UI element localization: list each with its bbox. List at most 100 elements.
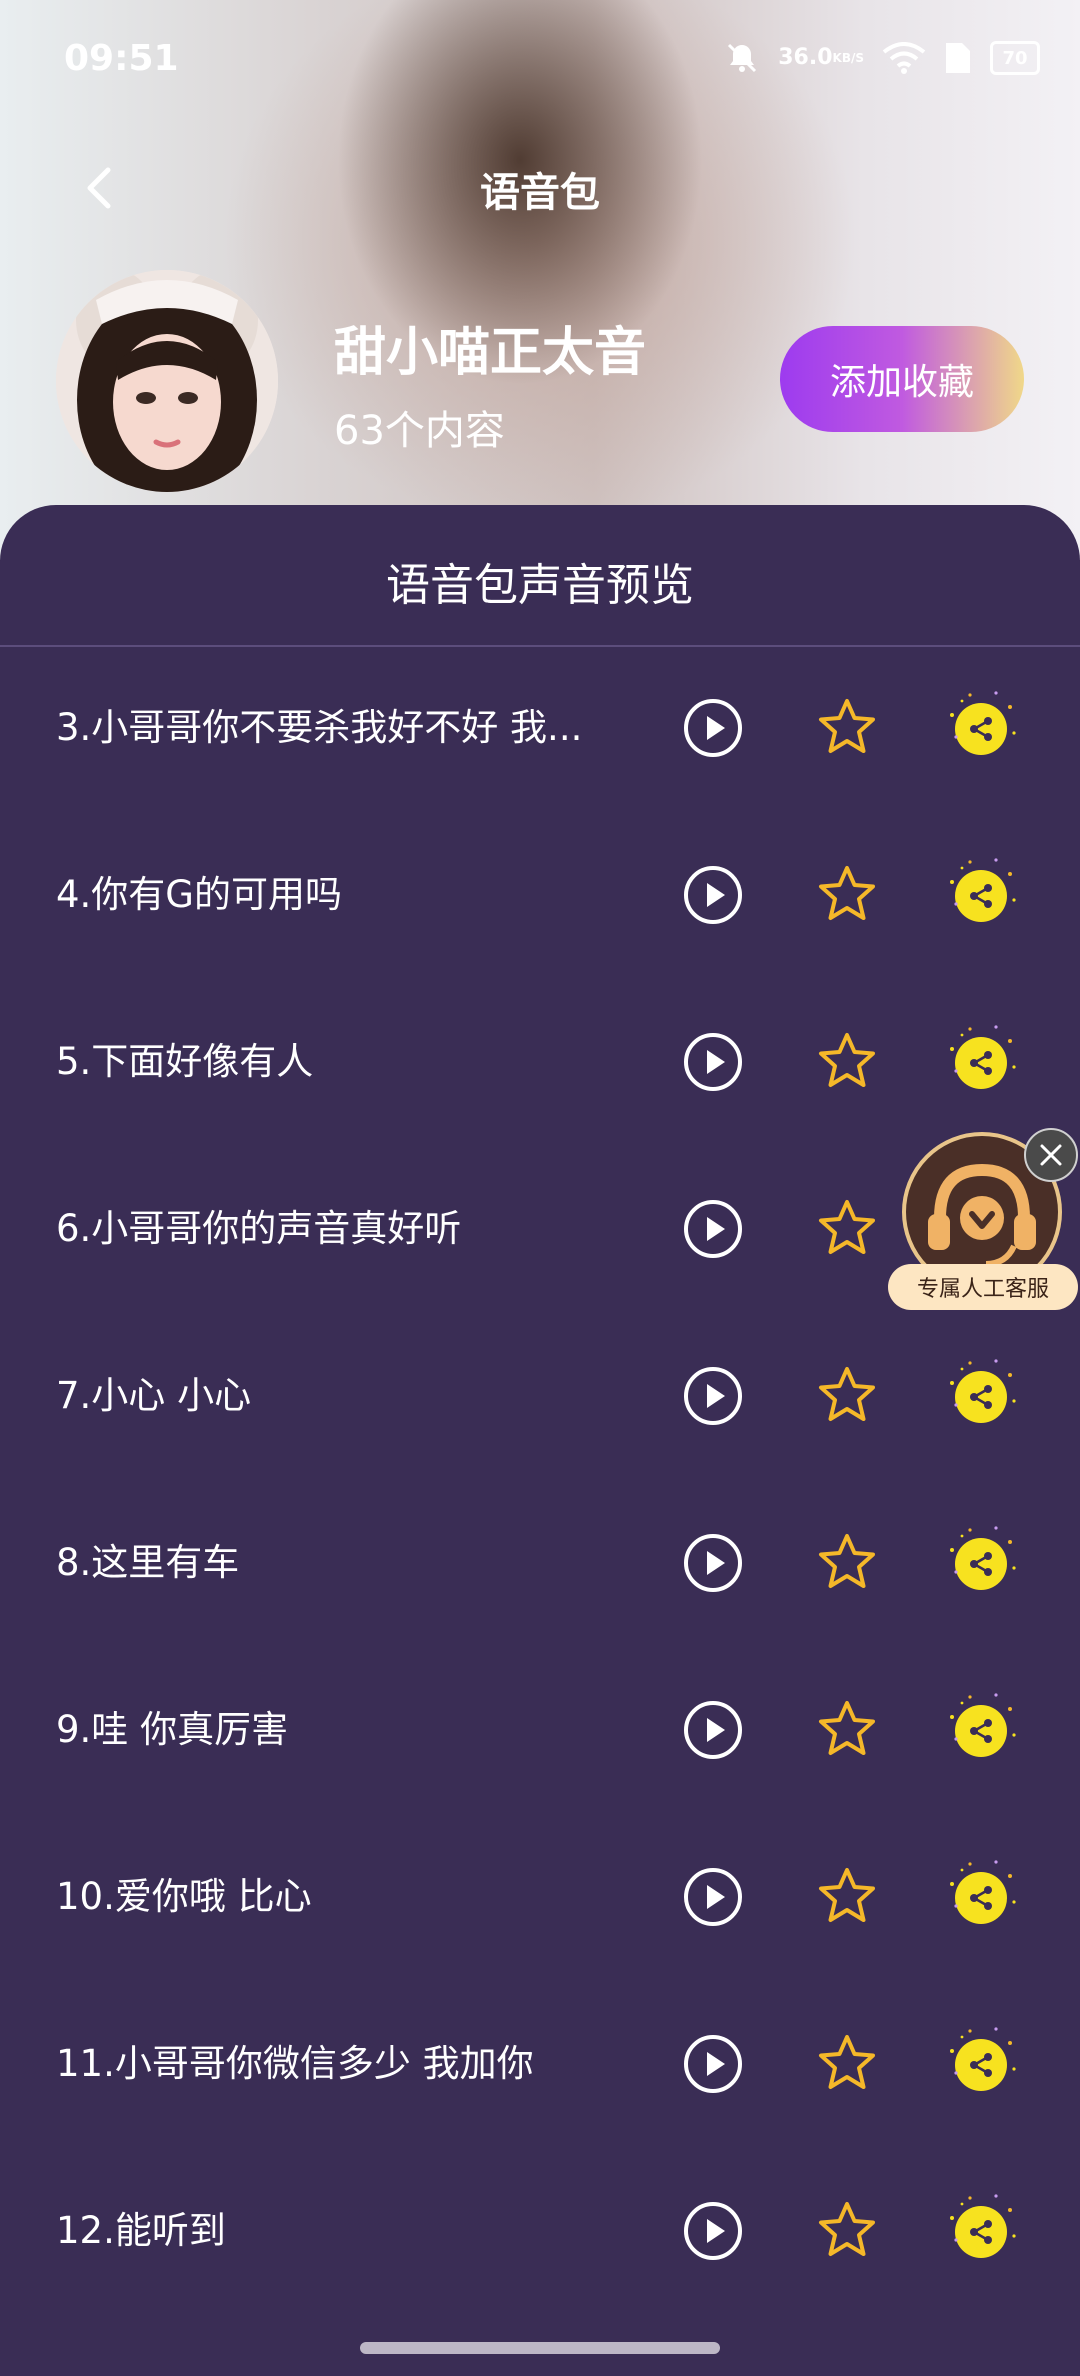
play-icon (683, 866, 743, 929)
favorite-star-button[interactable] (815, 1196, 879, 1260)
play-button[interactable] (683, 865, 743, 925)
list-item[interactable]: 7.小心 小心 (0, 1313, 1080, 1480)
voice-item-label: 5.下面好像有人 (56, 1040, 314, 1083)
play-icon (683, 2202, 743, 2265)
favorite-star-button[interactable] (815, 862, 879, 926)
play-button[interactable] (683, 1700, 743, 1760)
play-icon (683, 1033, 743, 1096)
favorite-star-button[interactable] (815, 2031, 879, 2095)
play-icon (683, 1200, 743, 1263)
status-icons: 36.0 KB/S 70 (724, 40, 1040, 76)
status-bar: 09:51 36.0 KB/S 70 (0, 0, 1080, 120)
favorite-star-button[interactable] (815, 1864, 879, 1928)
share-button[interactable] (940, 1019, 1022, 1101)
share-button[interactable] (940, 685, 1022, 767)
favorite-star-button[interactable] (815, 1363, 879, 1427)
wifi-icon (882, 42, 926, 74)
voice-item-label: 11.小哥哥你微信多少 我加你 (56, 2042, 534, 2085)
favorite-star-button[interactable] (815, 1530, 879, 1594)
play-icon (683, 1367, 743, 1430)
status-time: 09:51 (64, 38, 179, 79)
share-button[interactable] (940, 1854, 1022, 1936)
list-item[interactable]: 9.哇 你真厉害 (0, 1647, 1080, 1814)
play-button[interactable] (683, 1366, 743, 1426)
play-button[interactable] (683, 1533, 743, 1593)
favorite-star-button[interactable] (815, 695, 879, 759)
list-item[interactable]: 5.下面好像有人 (0, 979, 1080, 1146)
voice-item-label: 6.小哥哥你的声音真好听 (56, 1207, 462, 1250)
share-button[interactable] (940, 852, 1022, 934)
star-icon (815, 699, 879, 763)
net-speed-unit: KB/S (832, 51, 864, 65)
network-speed: 36.0 KB/S (778, 47, 864, 69)
nav-bar: 语音包 (0, 140, 1080, 230)
favorite-star-button[interactable] (815, 2198, 879, 2262)
share-button[interactable] (940, 1353, 1022, 1435)
sim-icon (944, 41, 972, 75)
star-icon (815, 1701, 879, 1765)
list-item[interactable]: 11.小哥哥你微信多少 我加你 (0, 1981, 1080, 2148)
share-icon (940, 858, 1022, 938)
voice-item-label: 9.哇 你真厉害 (56, 1708, 289, 1751)
share-icon (940, 691, 1022, 771)
share-button[interactable] (940, 2021, 1022, 2103)
pack-name: 甜小喵正太音 (334, 323, 647, 383)
voice-item-label: 4.你有G的可用吗 (56, 873, 342, 916)
star-icon (815, 1367, 879, 1431)
voice-list: 3.小哥哥你不要杀我好不好 我... 4.你有G的可用吗 5.下面好像有人 6.小哥哥… (0, 645, 1080, 2315)
mute-bell-icon (724, 40, 760, 76)
voice-item-label: 8.这里有车 (56, 1541, 240, 1584)
share-icon (940, 1693, 1022, 1773)
avatar (56, 270, 278, 492)
close-widget-button[interactable] (1024, 1128, 1078, 1182)
star-icon (815, 1868, 879, 1932)
share-button[interactable] (940, 2188, 1022, 2270)
voice-item-label: 7.小心 小心 (56, 1374, 252, 1417)
voice-pack-profile: 甜小喵正太音 63个内容 添加收藏 (0, 270, 1080, 500)
add-favorite-button[interactable]: 添加收藏 (780, 326, 1024, 432)
close-icon (1040, 1144, 1062, 1166)
list-item[interactable]: 10.爱你哦 比心 (0, 1814, 1080, 1981)
play-button[interactable] (683, 2034, 743, 2094)
star-icon (815, 1534, 879, 1598)
play-button[interactable] (683, 2201, 743, 2261)
list-item[interactable]: 4.你有G的可用吗 (0, 812, 1080, 979)
share-button[interactable] (940, 1520, 1022, 1602)
voice-item-label: 3.小哥哥你不要杀我好不好 我... (56, 706, 583, 749)
play-button[interactable] (683, 1032, 743, 1092)
voice-item-label: 10.爱你哦 比心 (56, 1875, 312, 1918)
favorite-star-button[interactable] (815, 1029, 879, 1093)
share-icon (940, 2027, 1022, 2107)
share-button[interactable] (940, 1687, 1022, 1769)
share-icon (940, 1359, 1022, 1439)
panel-title: 语音包声音预览 (386, 560, 694, 611)
voice-item-label: 12.能听到 (56, 2209, 226, 2252)
list-item[interactable]: 8.这里有车 (0, 1480, 1080, 1647)
play-icon (683, 1868, 743, 1931)
play-icon (683, 1701, 743, 1764)
play-icon (683, 1534, 743, 1597)
pack-content-count: 63个内容 (334, 408, 505, 454)
home-indicator[interactable] (360, 2342, 720, 2354)
star-icon (815, 2202, 879, 2266)
share-icon (940, 2194, 1022, 2274)
play-button[interactable] (683, 1199, 743, 1259)
play-button[interactable] (683, 1867, 743, 1927)
share-icon (940, 1860, 1022, 1940)
net-speed-value: 36.0 (778, 45, 833, 70)
star-icon (815, 1033, 879, 1097)
customer-service-label: 专属人工客服 (888, 1264, 1078, 1310)
list-item[interactable]: 12.能听到 (0, 2148, 1080, 2315)
play-icon (683, 699, 743, 762)
page-title: 语音包 (480, 170, 600, 216)
star-icon (815, 2035, 879, 2099)
battery-level: 70 (1002, 47, 1028, 69)
list-item[interactable]: 3.小哥哥你不要杀我好不好 我... (0, 645, 1080, 812)
play-icon (683, 2035, 743, 2098)
star-icon (815, 866, 879, 930)
star-icon (815, 1200, 879, 1264)
favorite-star-button[interactable] (815, 1697, 879, 1761)
share-icon (940, 1526, 1022, 1606)
play-button[interactable] (683, 698, 743, 758)
preview-panel: 语音包声音预览 3.小哥哥你不要杀我好不好 我... 4.你有G的可用吗 5.下面好… (0, 505, 1080, 2376)
